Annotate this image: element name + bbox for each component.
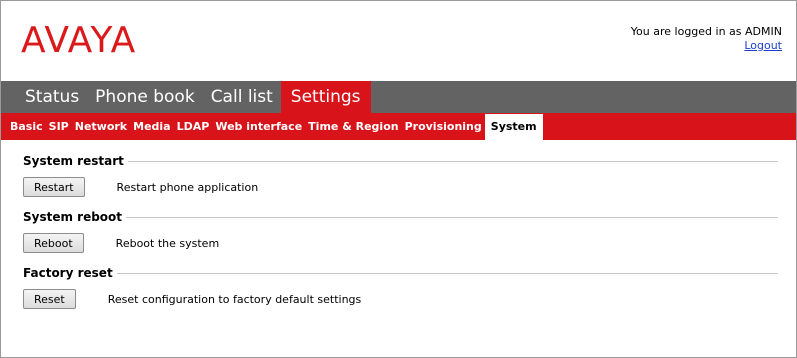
tab-phone-book[interactable]: Phone book <box>87 81 203 113</box>
logged-in-text: You are logged in as ADMIN <box>630 25 782 38</box>
section-system-reboot: System reboot Reboot Reboot the system <box>23 210 778 254</box>
subtab-media[interactable]: Media <box>130 116 173 137</box>
web-admin-page: AVAYA You are logged in as ADMIN Logout … <box>0 0 797 358</box>
reset-button[interactable]: Reset <box>23 289 76 309</box>
subtab-time-region[interactable]: Time & Region <box>305 116 401 137</box>
subtab-ldap[interactable]: LDAP <box>174 116 213 137</box>
page-header: AVAYA You are logged in as ADMIN Logout <box>1 1 796 81</box>
reboot-button[interactable]: Reboot <box>23 233 84 253</box>
section-title: System reboot <box>23 210 123 224</box>
section-factory-reset: Factory reset Reset Reset configuration … <box>23 266 778 310</box>
section-divider <box>126 216 778 218</box>
tab-settings[interactable]: Settings <box>280 81 371 113</box>
reboot-description: Reboot the system <box>115 236 220 250</box>
tab-status[interactable]: Status <box>17 81 87 113</box>
tab-call-list[interactable]: Call list <box>203 81 281 113</box>
system-settings-content: System restart Restart Restart phone app… <box>1 140 796 310</box>
section-title: System restart <box>23 154 124 168</box>
main-nav: Status Phone book Call list Settings <box>1 81 796 113</box>
subtab-basic[interactable]: Basic <box>7 116 46 137</box>
logout-link[interactable]: Logout <box>744 39 782 53</box>
section-divider <box>127 160 778 162</box>
section-title: Factory reset <box>23 266 113 280</box>
login-info: You are logged in as ADMIN Logout <box>631 25 782 53</box>
subtab-provisioning[interactable]: Provisioning <box>402 116 485 137</box>
section-system-restart: System restart Restart Restart phone app… <box>23 154 778 198</box>
subtab-network[interactable]: Network <box>72 116 130 137</box>
subtab-system[interactable]: System <box>484 114 543 140</box>
subtab-web-interface[interactable]: Web interface <box>212 116 305 137</box>
reset-description: Reset configuration to factory default s… <box>107 292 362 306</box>
restart-description: Restart phone application <box>116 180 259 194</box>
section-divider <box>116 272 778 274</box>
subtab-sip[interactable]: SIP <box>46 116 72 137</box>
restart-button[interactable]: Restart <box>23 177 85 197</box>
settings-sub-nav: Basic SIP Network Media LDAP Web interfa… <box>1 113 796 140</box>
avaya-logo: AVAYA <box>21 20 137 61</box>
